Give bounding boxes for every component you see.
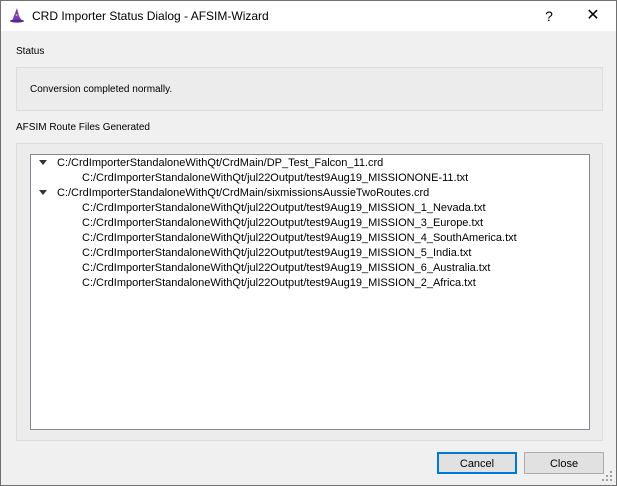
tree-item-label: C:/CrdImporterStandaloneWithQt/CrdMain/s… <box>57 187 430 199</box>
window-close-button[interactable]: ✕ <box>570 1 616 31</box>
cancel-button[interactable]: Cancel <box>437 452 517 474</box>
close-button[interactable]: Close <box>524 452 604 474</box>
route-files-label: AFSIM Route Files Generated <box>16 122 150 133</box>
wizard-hat-icon <box>10 8 24 23</box>
tree-item-label: C:/CrdImporterStandaloneWithQt/CrdMain/D… <box>57 157 384 169</box>
title-bar[interactable]: CRD Importer Status Dialog - AFSIM-Wizar… <box>1 1 616 31</box>
tree-child-item[interactable]: C:/CrdImporterStandaloneWithQt/jul22Outp… <box>31 201 589 216</box>
route-files-tree[interactable]: C:/CrdImporterStandaloneWithQt/CrdMain/D… <box>30 154 590 430</box>
help-button[interactable]: ? <box>526 1 572 31</box>
status-box: Conversion completed normally. <box>16 67 603 111</box>
tree-item-crd[interactable]: C:/CrdImporterStandaloneWithQt/CrdMain/s… <box>31 186 589 201</box>
status-label: Status <box>16 46 45 57</box>
tree-item-crd[interactable]: C:/CrdImporterStandaloneWithQt/CrdMain/D… <box>31 156 589 171</box>
route-files-group: C:/CrdImporterStandaloneWithQt/CrdMain/D… <box>16 143 603 441</box>
tree-child-item[interactable]: C:/CrdImporterStandaloneWithQt/jul22Outp… <box>31 246 589 261</box>
tree-child-item[interactable]: C:/CrdImporterStandaloneWithQt/jul22Outp… <box>31 216 589 231</box>
tree-child-item[interactable]: C:/CrdImporterStandaloneWithQt/jul22Outp… <box>31 231 589 246</box>
status-message: Conversion completed normally. <box>30 84 173 95</box>
expanded-arrow-icon[interactable] <box>39 189 47 195</box>
tree-child-item[interactable]: C:/CrdImporterStandaloneWithQt/jul22Outp… <box>31 261 589 276</box>
window-title: CRD Importer Status Dialog - AFSIM-Wizar… <box>32 9 269 23</box>
size-grip-icon[interactable] <box>601 470 613 482</box>
expanded-arrow-icon[interactable] <box>39 159 47 165</box>
tree-child-item[interactable]: C:/CrdImporterStandaloneWithQt/jul22Outp… <box>31 276 589 291</box>
tree-child-item[interactable]: C:/CrdImporterStandaloneWithQt/jul22Outp… <box>31 171 589 186</box>
dialog-window: CRD Importer Status Dialog - AFSIM-Wizar… <box>0 0 617 486</box>
